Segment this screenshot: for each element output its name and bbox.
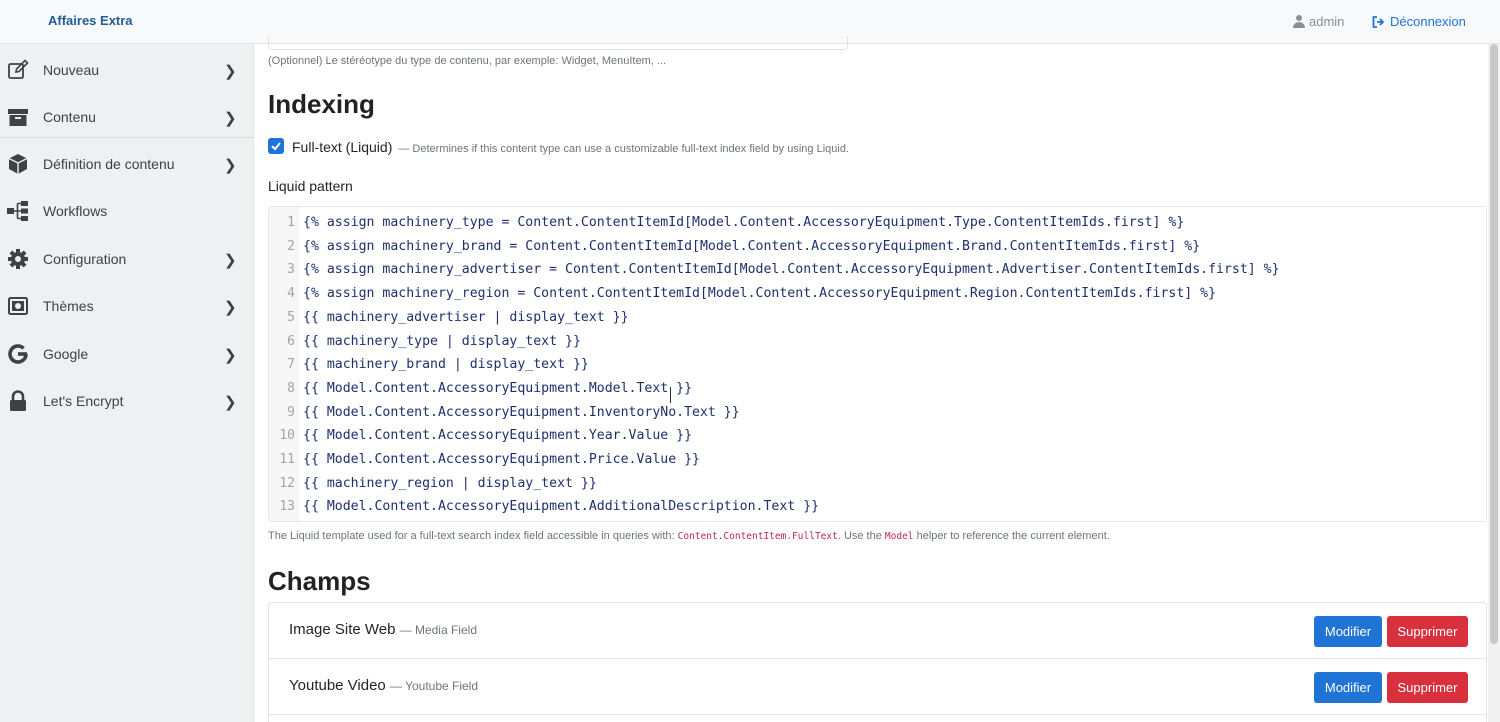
stereotype-input[interactable] xyxy=(268,36,848,50)
user-menu[interactable]: admin xyxy=(1293,14,1344,29)
fulltext-checkbox[interactable] xyxy=(268,138,284,154)
sidebar-item-label: Google xyxy=(43,346,89,362)
cube-icon xyxy=(8,154,28,174)
archive-icon xyxy=(8,109,28,126)
sidebar-item-label: Définition de contenu xyxy=(43,156,175,172)
line-number: 10 xyxy=(279,428,295,444)
line-number: 3 xyxy=(287,262,295,278)
sitemap-icon xyxy=(7,201,28,221)
code-text: {% assign machinery_region = Content.Con… xyxy=(303,286,1217,302)
code-text: {% assign machinery_advertiser = Content… xyxy=(303,262,1280,278)
line-number: 5 xyxy=(287,309,295,325)
sidebar-item-google[interactable]: Google ❯ xyxy=(0,330,254,377)
code-text: {{ machinery_brand | display_text }} xyxy=(303,357,589,373)
code-text: {{ machinery_type | display_text }} xyxy=(303,333,581,349)
field-name-text: Youtube Video xyxy=(289,677,386,694)
code-text: {{ machinery_region | display_text }} xyxy=(303,475,597,491)
main-content: (Optionnel) Le stéréotype du type de con… xyxy=(254,36,1500,722)
fulltext-description: — Determines if this content type can us… xyxy=(398,143,849,155)
field-type: — Media Field xyxy=(399,623,477,637)
field-row: Youtube Video — Youtube Field Modifier S… xyxy=(269,659,1486,715)
chevron-right-icon: ❯ xyxy=(224,299,237,316)
line-number: 12 xyxy=(279,475,295,491)
code-text: {{ Model.Content.AccessoryEquipment.Mode… xyxy=(303,380,693,396)
hint-code-fulltext: Content.ContentItem.FullText xyxy=(677,531,838,542)
fields-list: Image Site Web — Media Field Modifier Su… xyxy=(268,602,1487,722)
google-icon xyxy=(8,344,28,364)
line-number: 11 xyxy=(279,452,295,467)
code-text: {{ Model.Content.AccessoryEquipment.Inve… xyxy=(303,404,740,420)
edit-icon xyxy=(8,59,29,79)
lock-icon xyxy=(10,390,26,411)
code-text: {{ Model.Content.AccessoryEquipment.Year… xyxy=(303,428,693,444)
hint-suffix: helper to reference the current element. xyxy=(916,530,1110,542)
sidebar-item-label: Workflows xyxy=(43,203,108,219)
line-number: 1 xyxy=(287,215,295,230)
sign-out-icon xyxy=(1372,15,1385,28)
image-icon xyxy=(8,297,28,315)
checkmark-icon xyxy=(271,142,281,151)
chevron-right-icon: ❯ xyxy=(224,110,237,127)
field-name: Image Site Web — Media Field xyxy=(289,621,477,638)
chevron-right-icon: ❯ xyxy=(224,252,237,269)
line-number: 9 xyxy=(287,404,295,420)
page-scrollbar[interactable] xyxy=(1488,44,1500,722)
delete-field-button[interactable]: Supprimer xyxy=(1387,672,1468,703)
field-row: Image Site Web — Media Field Modifier Su… xyxy=(269,603,1486,659)
fulltext-label-text: Full-text (Liquid) xyxy=(292,139,393,155)
line-number: 7 xyxy=(287,357,295,373)
sidebar-item-themes[interactable]: Thèmes ❯ xyxy=(0,282,254,329)
user-name: admin xyxy=(1309,14,1345,29)
line-number: 8 xyxy=(287,380,295,396)
sidebar-item-contenu[interactable]: Contenu ❯ xyxy=(0,93,254,140)
line-number: 6 xyxy=(287,333,295,349)
code-text: {{ machinery_advertiser | display_text }… xyxy=(303,309,629,325)
field-type: — Youtube Field xyxy=(389,679,479,693)
sidebar-item-configuration[interactable]: Configuration ❯ xyxy=(0,235,254,282)
logout-label: Déconnexion xyxy=(1390,14,1466,29)
liquid-code-editor[interactable]: 1 {% assign machinery_type = Content.Cont… xyxy=(268,206,1487,522)
sidebar-item-label: Let's Encrypt xyxy=(43,393,124,409)
code-text: {{ Model.Content.AccessoryEquipment.Pric… xyxy=(303,452,700,467)
edit-field-button[interactable]: Modifier xyxy=(1314,616,1382,647)
sidebar-item-nouveau[interactable]: Nouveau ❯ xyxy=(0,46,254,93)
liquid-pattern-hint: The Liquid template used for a full-text… xyxy=(268,530,1110,542)
sidebar-item-label: Contenu xyxy=(43,109,96,125)
line-number: 13 xyxy=(279,499,295,515)
line-number: 2 xyxy=(287,238,295,254)
line-number: 4 xyxy=(287,286,295,302)
code-text: {% assign machinery_type = Content.Conte… xyxy=(303,215,1185,230)
champs-heading: Champs xyxy=(268,566,371,596)
edit-field-button[interactable]: Modifier xyxy=(1314,672,1382,703)
delete-field-button[interactable]: Supprimer xyxy=(1387,616,1468,647)
gear-icon xyxy=(8,249,28,269)
sidebar-item-definition-de-contenu[interactable]: Définition de contenu ❯ xyxy=(0,140,254,187)
text-cursor xyxy=(670,387,671,403)
sidebar-item-label: Nouveau xyxy=(43,62,100,78)
fulltext-label: Full-text (Liquid) — Determines if this c… xyxy=(292,139,849,155)
sidebar: Nouveau ❯ Contenu ❯ Définition de conten… xyxy=(0,44,254,722)
code-text: {{ Model.Content.AccessoryEquipment.Addi… xyxy=(303,499,820,515)
logout-link[interactable]: Déconnexion xyxy=(1372,14,1466,29)
sidebar-item-label: Configuration xyxy=(43,251,127,267)
sidebar-item-label: Thèmes xyxy=(43,298,94,314)
chevron-right-icon: ❯ xyxy=(224,157,237,174)
sidebar-item-lets-encrypt[interactable]: Let's Encrypt ❯ xyxy=(0,377,254,424)
chevron-right-icon: ❯ xyxy=(224,394,237,411)
indexing-heading: Indexing xyxy=(268,89,375,119)
stereotype-hint: (Optionnel) Le stéréotype du type de con… xyxy=(268,55,667,67)
sidebar-item-workflows[interactable]: Workflows xyxy=(0,187,254,234)
hint-middle: . Use the xyxy=(837,530,882,542)
liquid-pattern-label: Liquid pattern xyxy=(268,178,353,194)
hint-prefix: The Liquid template used for a full-text… xyxy=(268,530,675,542)
hint-code-model: Model xyxy=(884,531,914,542)
chevron-right-icon: ❯ xyxy=(224,347,237,364)
chevron-right-icon: ❯ xyxy=(224,63,237,80)
field-name-text: Image Site Web xyxy=(289,621,396,638)
user-icon xyxy=(1293,15,1305,28)
field-name: Youtube Video — Youtube Field xyxy=(289,677,478,694)
brand-link[interactable]: Affaires Extra xyxy=(48,13,133,28)
scrollbar-thumb[interactable] xyxy=(1490,44,1498,644)
code-text: {% assign machinery_brand = Content.Cont… xyxy=(303,238,1201,254)
